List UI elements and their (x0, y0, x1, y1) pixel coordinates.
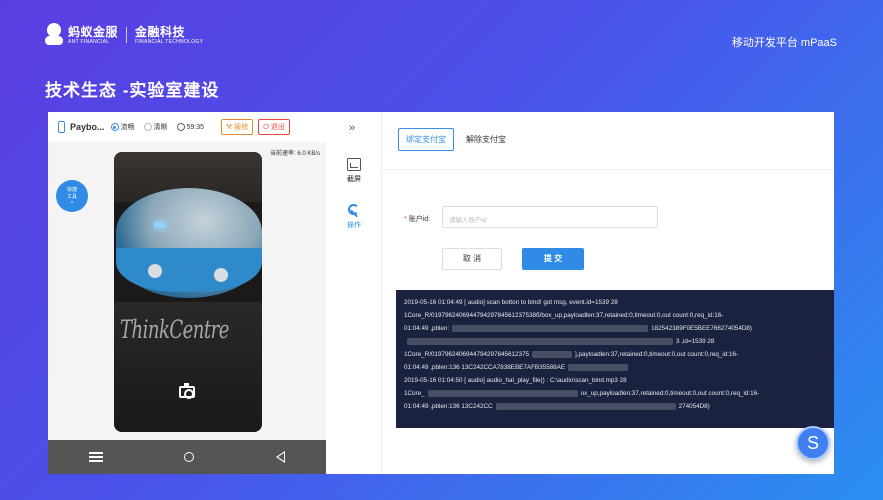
account-id-input[interactable]: 请输入账户id (442, 206, 658, 228)
s-badge-icon[interactable]: S (796, 426, 830, 460)
logo-secondary-text: 金融科技 (135, 24, 186, 39)
monitor-brand: ThinkCentre (120, 315, 229, 346)
lab-panel: Paybo... 流畅 清晰 59:35 ⚒ 报修 ⏻ 退出 当前速率: 6.0… (48, 112, 834, 474)
phone-icon (58, 121, 65, 133)
chevron-up-icon: ^ (70, 201, 74, 207)
expand-icon[interactable]: » (349, 122, 355, 134)
log-line: 2019-05-16 01:04:49 [ audio] scan botton… (404, 299, 618, 306)
clock-icon (176, 123, 185, 131)
logo-secondary-en-text: FINANCIAL TECHNOLOGY (135, 38, 204, 45)
report-button[interactable]: ⚒ 报修 (221, 119, 254, 135)
alipay-binding-form: 绑定支付宝 解除支付宝 * 账户id: 请输入账户id 取 消 提 交 2019-… (382, 112, 834, 474)
quality-option-clear[interactable]: 清晰 (143, 122, 168, 132)
home-icon[interactable] (184, 452, 195, 462)
logo-cn-text: 蚂蚁金服 (68, 24, 119, 39)
page-title: 技术生态 -实验室建设 (45, 81, 220, 100)
log-line: 1Core_R/019796240694479429784561237538б/… (404, 312, 724, 319)
log-line: 01:04:49 ,pblen:136 13C242CCA7838EBE7AFB… (404, 361, 826, 374)
binding-tabs: 绑定支付宝 解除支付宝 (398, 128, 506, 151)
device-preview-pane: Paybo... 流畅 清晰 59:35 ⚒ 报修 ⏻ 退出 当前速率: 6.0… (48, 112, 326, 474)
tool-column: » 截屏 操作 (326, 112, 382, 474)
cancel-button[interactable]: 取 消 (442, 248, 502, 270)
radio-icon[interactable] (143, 123, 152, 131)
back-icon[interactable] (276, 451, 286, 463)
log-line: 01:04:49 ,pblen: 182542389F0E5BEE76627405… (404, 324, 753, 332)
log-line: 01:04:49 ,pblen:136 13C242CC 274054D8) (404, 402, 710, 410)
android-nav-bar (48, 440, 326, 474)
top-bar: 蚂蚁金服 ANT FINANCIAL 金融科技 FINANCIAL TECHNO… (0, 0, 883, 70)
logo-en-text: ANT FINANCIAL (68, 38, 110, 45)
device-toolbar: Paybo... 流畅 清晰 59:35 ⚒ 报修 ⏻ 退出 (48, 112, 326, 142)
device-screen[interactable]: ThinkCentre (114, 152, 262, 432)
session-timer: 59:35 (176, 123, 204, 131)
screenshot-icon (347, 158, 361, 171)
log-console: 2019-05-16 01:04:49 [ audio] scan botton… (396, 290, 834, 428)
radio-selected-icon[interactable] (110, 123, 119, 131)
tab-unbind-alipay[interactable]: 解除支付宝 (466, 134, 506, 145)
camera-icon[interactable] (179, 383, 195, 399)
quick-tools-button[interactable]: 快捷 工具 ^ (56, 180, 88, 212)
platform-name: 移动开发平台 mPaaS (731, 37, 837, 49)
logo-divider (126, 27, 128, 43)
log-line: 3 ,id=1539 28 (404, 335, 826, 348)
menu-icon[interactable] (88, 452, 103, 462)
transfer-speed: 当前速率: 6.0 KB/s (269, 151, 320, 157)
log-line: 1Core_R/0197962406944794297845612375],pa… (404, 350, 739, 358)
quality-option-smooth[interactable]: 流畅 (110, 122, 135, 132)
log-line: 2019-05-16 01:04:50 [ audio] audio_hal_p… (404, 377, 627, 384)
tab-bind-alipay[interactable]: 绑定支付宝 (398, 128, 454, 151)
ant-logo-icon (44, 23, 64, 47)
screenshot-tool[interactable]: 截屏 (326, 158, 382, 184)
log-line: 1Core_ ox_up,payloadlen:37,retained:0,tim… (404, 389, 760, 397)
led-light (154, 222, 166, 228)
account-id-label: * 账户id: (404, 216, 431, 223)
ant-financial-logo: 蚂蚁金服 ANT FINANCIAL 金融科技 FINANCIAL TECHNO… (44, 22, 203, 48)
operate-tool[interactable]: 操作 (326, 204, 382, 230)
wrench-icon (347, 204, 361, 217)
exit-button[interactable]: ⏻ 退出 (258, 119, 290, 135)
submit-button[interactable]: 提 交 (522, 248, 584, 270)
device-name: Paybo... (70, 122, 105, 132)
